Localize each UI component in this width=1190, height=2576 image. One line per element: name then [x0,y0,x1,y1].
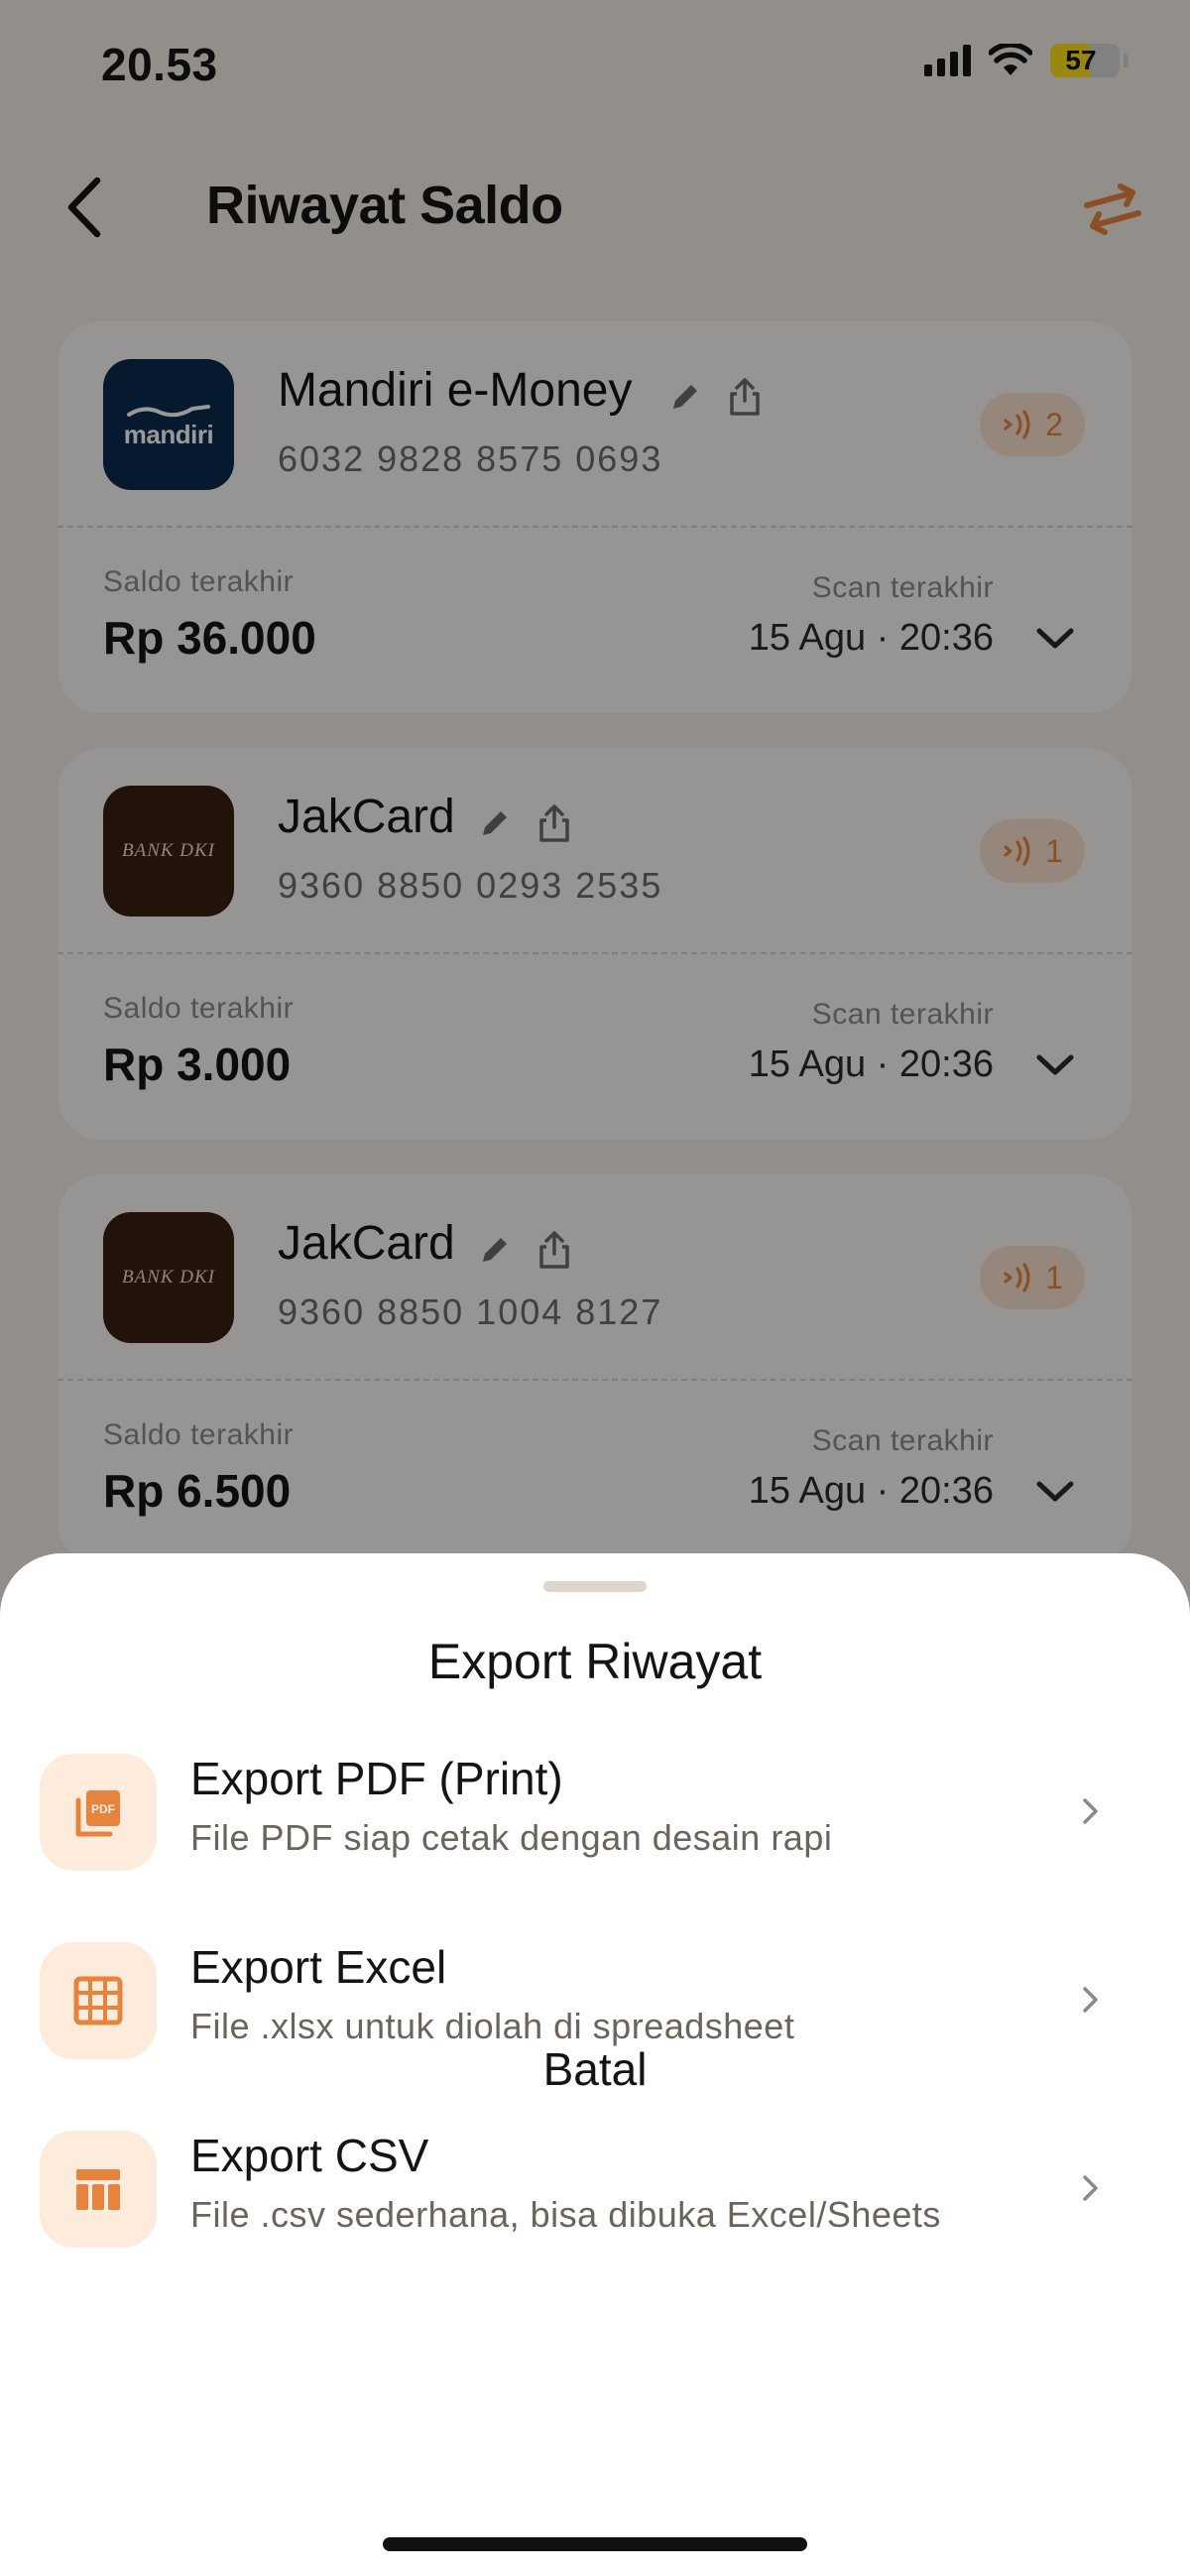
sheet-drag-handle[interactable] [543,1581,647,1592]
option-title: Export Excel [190,1941,447,1993]
option-description: File .csv sederhana, bisa dibuka Excel/S… [190,2194,941,2235]
spreadsheet-grid-icon [40,1942,157,2059]
home-indicator[interactable] [383,2537,807,2551]
pdf-file-icon: PDF [40,1754,157,1871]
svg-text:PDF: PDF [91,1802,115,1816]
option-description: File PDF siap cetak dengan desain rapi [190,1817,833,1858]
chevron-right-icon [1071,2164,1111,2212]
chevron-right-icon [1071,1976,1111,2024]
export-pdf-option[interactable]: PDF Export PDF (Print) File PDF siap cet… [40,1748,1150,1877]
chevron-right-icon [1071,1787,1111,1835]
option-title: Export CSV [190,2130,429,2181]
app-screen: 20.53 57 Riwayat Saldo mandiri Mandiri e… [0,0,1190,2576]
sheet-title: Export Riwayat [427,1634,763,1689]
option-title: Export PDF (Print) [190,1753,563,1804]
table-columns-icon [40,2131,157,2248]
export-bottom-sheet: Export Riwayat PDF Export PDF (Print) Fi… [0,1553,1190,2576]
export-csv-option[interactable]: Export CSV File .csv sederhana, bisa dib… [40,2125,1150,2254]
cancel-button[interactable]: Batal [397,2020,793,2119]
